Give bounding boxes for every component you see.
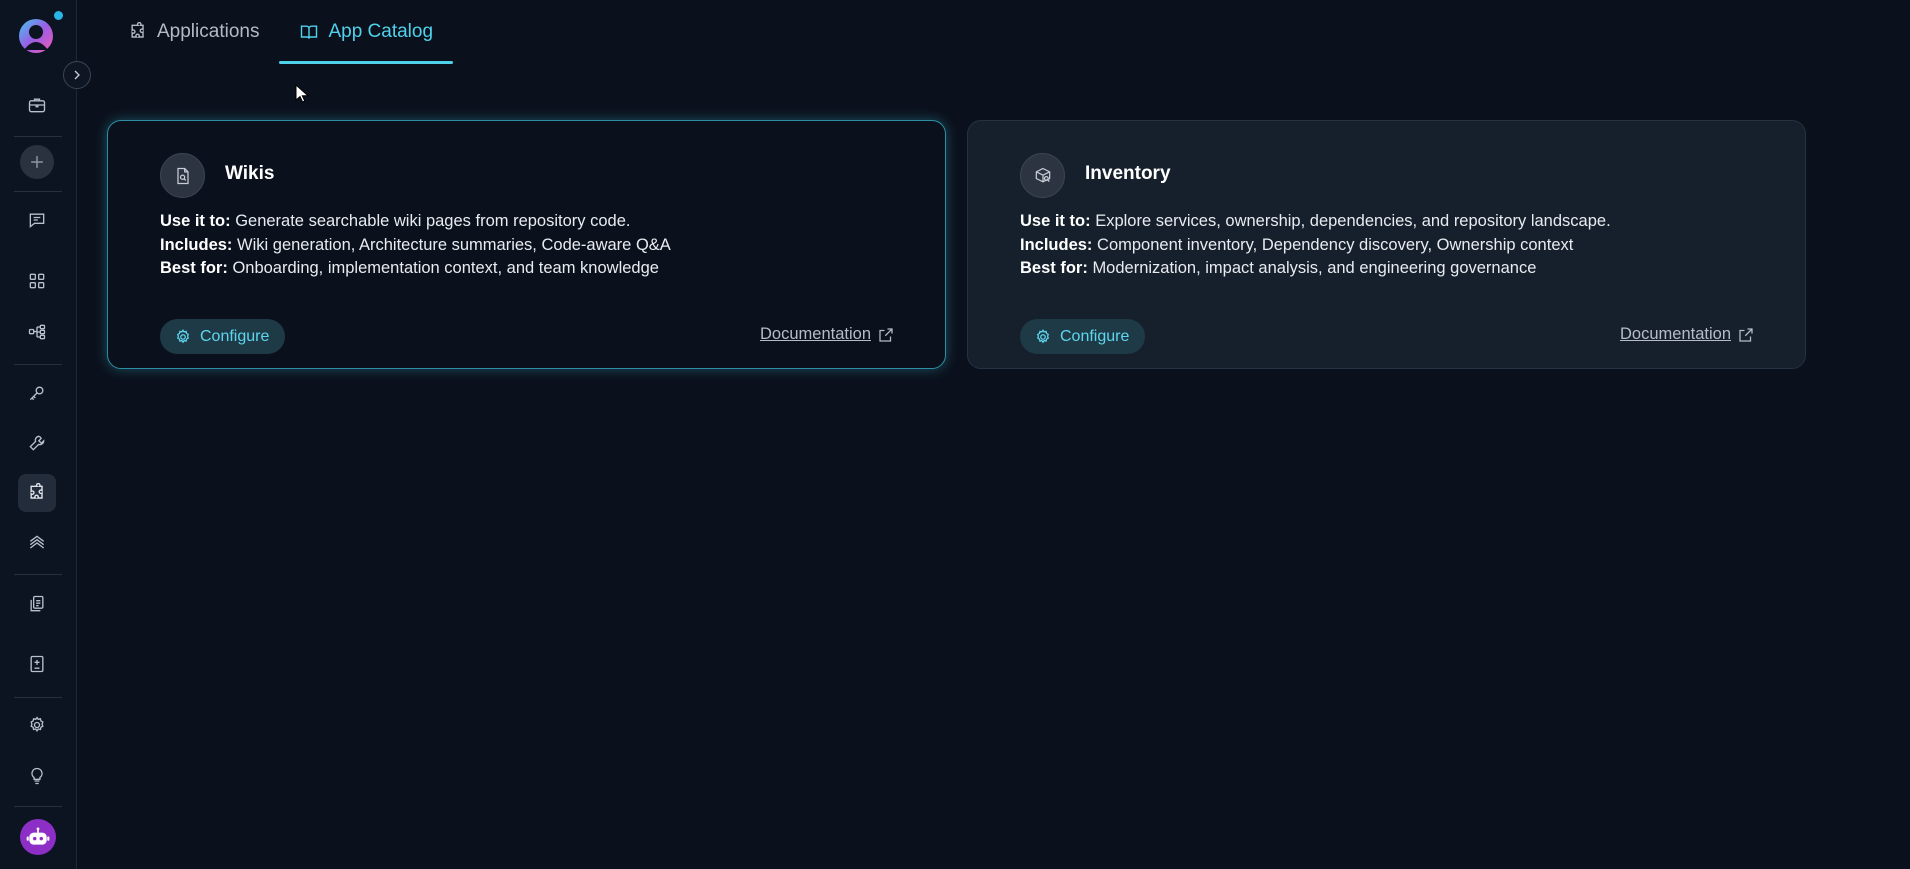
best-for-label: Best for: bbox=[160, 259, 228, 277]
briefcase-icon bbox=[28, 98, 46, 113]
sidebar-item-briefcase[interactable] bbox=[18, 86, 56, 124]
sidebar-item-applications[interactable] bbox=[18, 474, 56, 512]
documentation-link[interactable]: Documentation bbox=[760, 325, 895, 344]
puzzle-icon bbox=[131, 22, 144, 38]
app-card-inventory[interactable]: Inventory Use it to: Explore services, o… bbox=[967, 120, 1806, 369]
sidebar-divider bbox=[14, 574, 62, 575]
sidebar-expand-button[interactable] bbox=[63, 61, 91, 89]
sidebar-divider bbox=[14, 364, 62, 365]
includes-label: Includes: bbox=[1020, 235, 1093, 254]
includes-line: Includes: Component inventory, Dependenc… bbox=[1020, 234, 1785, 258]
wrench-icon bbox=[29, 435, 45, 451]
documentation-link[interactable]: Documentation bbox=[1620, 325, 1755, 344]
sidebar-item-chat[interactable] bbox=[18, 201, 56, 239]
gear-icon bbox=[1036, 328, 1050, 343]
card-icon-container bbox=[160, 153, 205, 198]
sidebar-item-report[interactable] bbox=[18, 645, 56, 683]
tab-applications[interactable]: Applications bbox=[108, 0, 279, 64]
document-search-icon bbox=[176, 167, 189, 184]
use-it-label: Use it to: bbox=[160, 212, 231, 230]
sidebar-item-key[interactable] bbox=[18, 374, 56, 412]
grid-icon bbox=[29, 273, 45, 289]
assistant-avatar[interactable] bbox=[20, 819, 56, 855]
sidebar-item-grid[interactable] bbox=[18, 262, 56, 300]
app-logo[interactable] bbox=[18, 18, 54, 54]
best-for-line: Best for: Onboarding, implementation con… bbox=[160, 257, 925, 281]
documentation-label: Documentation bbox=[1620, 325, 1731, 343]
configure-button[interactable]: Configure bbox=[1020, 319, 1146, 354]
use-it-line: Use it to: Explore services, ownership, … bbox=[1020, 210, 1785, 234]
stack-icon bbox=[29, 535, 45, 549]
logo-icon bbox=[19, 19, 53, 53]
lightbulb-icon bbox=[31, 767, 43, 785]
best-for-text: Onboarding, implementation context, and … bbox=[232, 259, 659, 277]
card-title: Wikis bbox=[225, 163, 275, 184]
tab-bar: Applications App Catalog bbox=[108, 0, 453, 64]
plus-icon bbox=[31, 156, 43, 168]
book-open-icon bbox=[301, 25, 318, 39]
sidebar-item-wrench[interactable] bbox=[18, 424, 56, 462]
gear-icon bbox=[30, 716, 44, 733]
tab-label: Applications bbox=[157, 21, 260, 42]
card-title: Inventory bbox=[1085, 163, 1171, 184]
chevron-right-icon bbox=[74, 70, 80, 80]
includes-text: Wiki generation, Architecture summaries,… bbox=[237, 235, 671, 254]
use-it-text: Explore services, ownership, dependencie… bbox=[1095, 212, 1611, 230]
includes-label: Includes: bbox=[160, 235, 233, 254]
sidebar-divider bbox=[14, 191, 62, 192]
sidebar-item-documents[interactable] bbox=[18, 585, 56, 623]
external-link-icon bbox=[879, 327, 893, 342]
use-it-line: Use it to: Generate searchable wiki page… bbox=[160, 210, 925, 234]
tab-label: App Catalog bbox=[328, 21, 434, 42]
use-it-text: Generate searchable wiki pages from repo… bbox=[235, 212, 631, 230]
flow-icon bbox=[28, 324, 46, 340]
key-icon bbox=[29, 386, 44, 401]
card-description: Use it to: Generate searchable wiki page… bbox=[160, 210, 925, 281]
use-it-label: Use it to: bbox=[1020, 212, 1091, 230]
configure-button[interactable]: Configure bbox=[160, 319, 286, 354]
best-for-line: Best for: Modernization, impact analysis… bbox=[1020, 257, 1785, 281]
box-search-icon bbox=[1035, 167, 1050, 183]
documents-icon bbox=[30, 595, 44, 612]
medical-report-icon bbox=[30, 655, 44, 673]
external-link-icon bbox=[1739, 327, 1753, 342]
includes-text: Component inventory, Dependency discover… bbox=[1097, 235, 1574, 254]
includes-line: Includes: Wiki generation, Architecture … bbox=[160, 234, 925, 258]
app-card-wikis[interactable]: Wikis Use it to: Generate searchable wik… bbox=[107, 120, 946, 369]
configure-label: Configure bbox=[1060, 327, 1130, 345]
card-description: Use it to: Explore services, ownership, … bbox=[1020, 210, 1785, 281]
gear-icon bbox=[176, 328, 190, 343]
sidebar-divider bbox=[14, 806, 62, 807]
sidebar-item-settings[interactable] bbox=[18, 706, 56, 744]
sidebar-divider bbox=[14, 136, 62, 137]
card-icon-container bbox=[1020, 153, 1065, 198]
tab-app-catalog[interactable]: App Catalog bbox=[279, 0, 453, 64]
sidebar-item-stack[interactable] bbox=[18, 524, 56, 562]
configure-label: Configure bbox=[200, 327, 270, 345]
chat-icon bbox=[29, 213, 45, 229]
sidebar-add-button[interactable] bbox=[20, 145, 54, 179]
mouse-cursor-icon bbox=[295, 84, 309, 103]
best-for-label: Best for: bbox=[1020, 259, 1088, 277]
sidebar-item-tips[interactable] bbox=[18, 757, 56, 795]
sidebar-divider bbox=[14, 697, 62, 698]
sidebar-item-flow[interactable] bbox=[18, 313, 56, 351]
documentation-label: Documentation bbox=[760, 325, 871, 343]
sidebar bbox=[0, 0, 77, 869]
puzzle-icon bbox=[30, 483, 43, 499]
notification-dot bbox=[54, 11, 63, 20]
best-for-text: Modernization, impact analysis, and engi… bbox=[1092, 259, 1537, 277]
robot-icon bbox=[26, 827, 50, 845]
